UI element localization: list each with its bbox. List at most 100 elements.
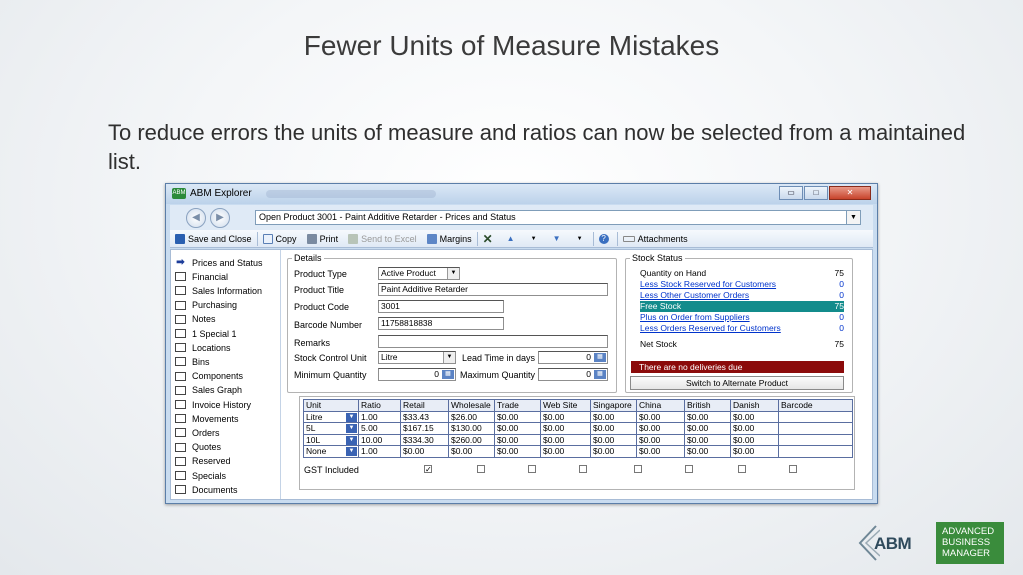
minimum-quantity-input[interactable]: 0 ▦ [378, 368, 456, 381]
column-header[interactable]: Web Site [540, 399, 591, 412]
column-header[interactable]: Singapore [590, 399, 637, 412]
stock-status-row[interactable]: Plus on Order from Suppliers 0 [640, 312, 844, 323]
forward-arrow-icon[interactable]: ▶ [210, 208, 230, 228]
sidebar-item[interactable]: 1 Special 1 [175, 327, 237, 340]
column-header[interactable]: Ratio [358, 399, 401, 412]
calculator-icon[interactable]: ▦ [442, 370, 454, 379]
sidebar-item[interactable]: ➡ Prices and Status [175, 256, 263, 269]
table-cell[interactable]: $0.00 [590, 445, 637, 458]
table-cell[interactable]: $0.00 [636, 410, 685, 423]
table-cell[interactable]: $0.00 [494, 433, 541, 446]
gst-included-checkbox[interactable] [789, 465, 797, 473]
calculator-icon[interactable]: ▦ [594, 370, 606, 379]
print-button[interactable]: Print [302, 231, 344, 247]
table-cell[interactable]: $0.00 [636, 433, 685, 446]
margins-button[interactable]: Margins [422, 231, 477, 247]
table-cell[interactable]: 10.00 [358, 433, 401, 446]
table-cell[interactable]: $0.00 [540, 433, 591, 446]
table-cell[interactable] [778, 445, 853, 458]
table-cell[interactable]: 1.00 [358, 410, 401, 423]
unit-cell[interactable]: 10L ▼ [303, 433, 359, 446]
table-cell[interactable]: $260.00 [448, 433, 495, 446]
gst-included-checkbox[interactable] [528, 465, 536, 473]
calculator-icon[interactable]: ▦ [594, 353, 606, 362]
table-cell[interactable]: $0.00 [730, 433, 779, 446]
unit-cell[interactable]: 5L ▼ [303, 422, 359, 435]
minimize-button[interactable]: ▭ [779, 186, 803, 200]
sidebar-item[interactable]: Documents [175, 483, 238, 496]
table-cell[interactable]: $0.00 [448, 445, 495, 458]
column-header[interactable]: China [636, 399, 685, 412]
table-cell[interactable]: $0.00 [590, 410, 637, 423]
stock-status-row[interactable]: Less Orders Reserved for Customers 0 [640, 323, 844, 334]
table-cell[interactable]: $0.00 [636, 445, 685, 458]
remarks-input[interactable] [378, 335, 608, 348]
table-cell[interactable]: $0.00 [590, 422, 637, 435]
sidebar-item[interactable]: Orders [175, 426, 220, 439]
sidebar-item[interactable]: Specials [175, 469, 226, 482]
stock-status-row[interactable]: Less Other Customer Orders 0 [640, 290, 844, 301]
table-cell[interactable]: $0.00 [540, 445, 591, 458]
gst-included-checkbox[interactable] [477, 465, 485, 473]
stock-control-unit-select[interactable]: Litre ▼ [378, 351, 456, 364]
column-header[interactable]: Wholesale [448, 399, 495, 412]
send-to-excel-button[interactable]: Send to Excel [343, 231, 422, 247]
stock-status-row[interactable]: Less Stock Reserved for Customers 0 [640, 279, 844, 290]
chevron-down-icon[interactable]: ▼ [346, 447, 357, 456]
column-header[interactable]: Unit [303, 399, 359, 412]
table-cell[interactable] [778, 422, 853, 435]
sidebar-item[interactable]: Movements [175, 412, 239, 425]
table-cell[interactable]: $0.00 [494, 445, 541, 458]
table-cell[interactable] [778, 410, 853, 423]
maximize-button[interactable]: □ [804, 186, 828, 200]
move-down-menu-button[interactable]: ▼ [570, 231, 593, 247]
table-cell[interactable] [778, 433, 853, 446]
lead-time-input[interactable]: 0 ▦ [538, 351, 608, 364]
chevron-down-icon[interactable]: ▼ [346, 435, 357, 445]
table-cell[interactable]: $0.00 [590, 433, 637, 446]
product-title-input[interactable]: Paint Additive Retarder [378, 283, 608, 296]
table-cell[interactable]: $0.00 [730, 422, 779, 435]
column-header[interactable]: British [684, 399, 731, 412]
back-arrow-icon[interactable]: ◀ [186, 208, 206, 228]
gst-included-checkbox[interactable] [634, 465, 642, 473]
product-type-select[interactable]: Active Product ▼ [378, 267, 460, 280]
address-combobox[interactable]: Open Product 3001 - Paint Additive Retar… [255, 210, 861, 225]
gst-included-checkbox[interactable]: ✓ [424, 465, 432, 474]
table-cell[interactable]: $130.00 [448, 422, 495, 435]
table-cell[interactable]: $0.00 [494, 410, 541, 423]
table-cell[interactable]: $0.00 [400, 445, 449, 458]
chevron-down-icon[interactable]: ▼ [443, 352, 455, 363]
table-cell[interactable]: $0.00 [540, 422, 591, 435]
table-cell[interactable]: $0.00 [684, 422, 731, 435]
table-cell[interactable]: $334.30 [400, 433, 449, 446]
table-cell[interactable]: $0.00 [636, 422, 685, 435]
sidebar-item[interactable]: Notes [175, 313, 216, 326]
unit-cell[interactable]: None ▼ [303, 445, 359, 458]
sidebar-item[interactable]: Components [175, 370, 243, 383]
chevron-down-icon[interactable]: ▼ [346, 424, 357, 433]
chevron-down-icon[interactable]: ▼ [346, 412, 357, 422]
table-cell[interactable]: $0.00 [684, 433, 731, 446]
table-cell[interactable]: $0.00 [494, 422, 541, 435]
gst-included-checkbox[interactable] [738, 465, 746, 473]
move-up-button[interactable]: ▲ [501, 231, 524, 247]
table-cell[interactable]: 1.00 [358, 445, 401, 458]
sidebar-item[interactable]: Financial [175, 270, 228, 283]
column-header[interactable]: Barcode [778, 399, 853, 412]
product-code-input[interactable]: 3001 [378, 300, 504, 313]
gst-included-checkbox[interactable] [685, 465, 693, 473]
table-cell[interactable]: $0.00 [684, 445, 731, 458]
move-down-button[interactable]: ▼ [547, 231, 570, 247]
table-cell[interactable]: $0.00 [730, 445, 779, 458]
sidebar-item[interactable]: Bins [175, 355, 210, 368]
sidebar-item[interactable]: Invoice History [175, 398, 251, 411]
switch-alternate-product-button[interactable]: Switch to Alternate Product [630, 376, 844, 390]
table-cell[interactable]: $26.00 [448, 410, 495, 423]
help-button[interactable]: ? [594, 231, 617, 247]
sidebar-item[interactable]: Quotes [175, 441, 221, 454]
move-up-menu-button[interactable]: ▼ [524, 231, 547, 247]
table-cell[interactable]: 5.00 [358, 422, 401, 435]
sidebar-item[interactable]: Sales Graph [175, 384, 242, 397]
sidebar-item[interactable]: Sales Information [175, 284, 262, 297]
